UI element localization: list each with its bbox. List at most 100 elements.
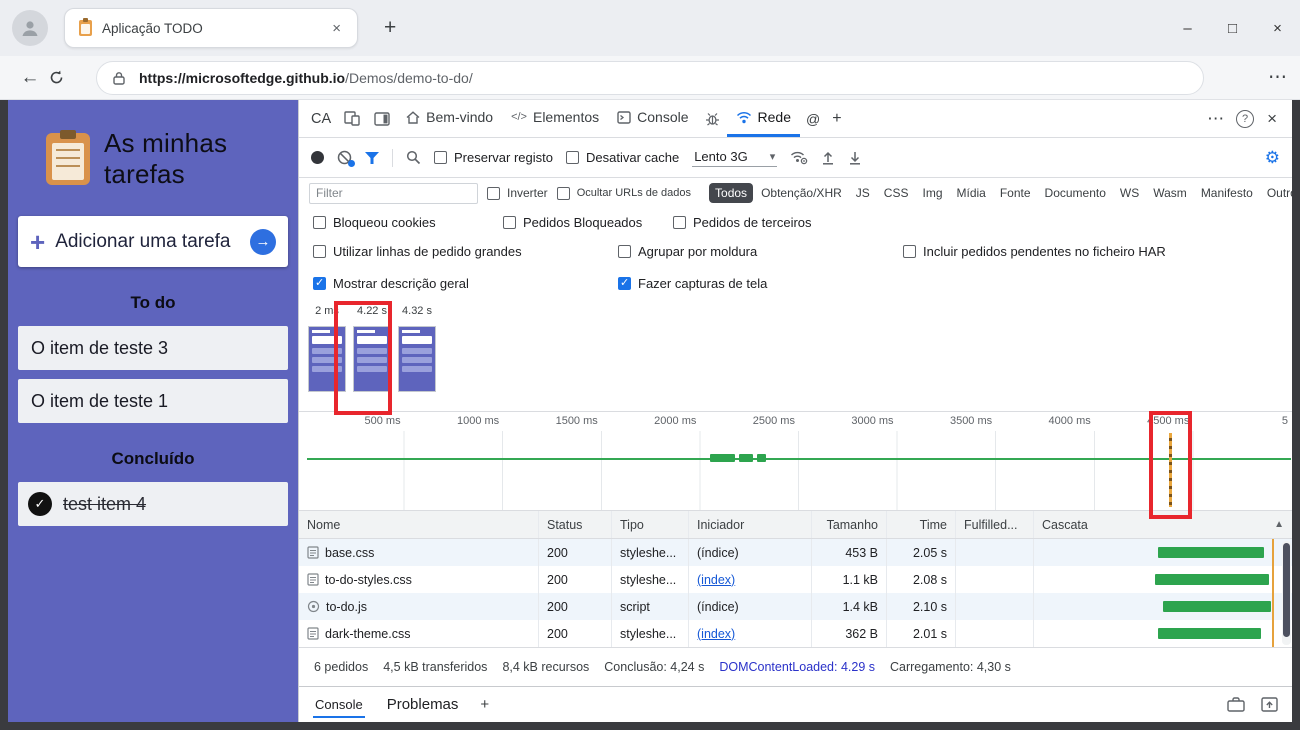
- toolbox-button[interactable]: [1227, 697, 1245, 712]
- tab-elements[interactable]: </> Elementos: [502, 100, 608, 137]
- clear-button[interactable]: [337, 150, 352, 165]
- checkbox[interactable]: [618, 277, 631, 290]
- request-initiator[interactable]: (índice): [689, 539, 812, 566]
- initiator-link[interactable]: (índice): [697, 600, 739, 614]
- reload-button[interactable]: [48, 69, 84, 86]
- dock-side-button[interactable]: [367, 112, 397, 126]
- tab-network[interactable]: Rede: [727, 100, 800, 137]
- maximize-button[interactable]: □: [1210, 0, 1255, 56]
- request-row[interactable]: to-do-styles.css 200 styleshe... (index)…: [299, 566, 1292, 593]
- tab-welcome[interactable]: Bem-vindo: [397, 100, 502, 137]
- expand-drawer-button[interactable]: [1261, 697, 1278, 712]
- request-row[interactable]: to-do.js 200 script (índice) 1.4 kB 2.10…: [299, 593, 1292, 620]
- help-button[interactable]: ?: [1236, 110, 1254, 128]
- checkbox[interactable]: [313, 245, 326, 258]
- request-waterfall[interactable]: [1034, 566, 1292, 593]
- drawer-more-button[interactable]: +: [480, 696, 489, 713]
- checkbox[interactable]: [566, 151, 579, 164]
- filter-toggle-button[interactable]: [365, 152, 379, 164]
- filter-chip[interactable]: Obtenção/XHR: [755, 183, 848, 203]
- request-name-cell[interactable]: to-do.js: [299, 593, 539, 620]
- request-initiator[interactable]: (index): [689, 566, 812, 593]
- request-waterfall[interactable]: [1034, 539, 1292, 566]
- sort-arrow-icon[interactable]: ▲: [1274, 519, 1284, 530]
- checkbox[interactable]: [434, 151, 447, 164]
- record-button[interactable]: [311, 151, 324, 164]
- filter-chip[interactable]: WS: [1114, 183, 1145, 203]
- include-pending-har-checkbox[interactable]: Incluir pedidos pendentes no ficheiro HA…: [903, 244, 1166, 259]
- new-tab-button[interactable]: +: [376, 16, 404, 40]
- hide-data-urls-checkbox[interactable]: Ocultar URLs de dados: [557, 187, 691, 200]
- big-request-rows-checkbox[interactable]: Utilizar linhas de pedido grandes: [313, 244, 618, 259]
- checkbox[interactable]: [557, 187, 570, 200]
- blocked-cookies-checkbox[interactable]: Bloqueou cookies: [313, 215, 503, 230]
- checkbox[interactable]: [487, 187, 500, 200]
- back-button[interactable]: ←: [12, 67, 48, 89]
- filter-chip[interactable]: Documento: [1039, 183, 1112, 203]
- checkbox[interactable]: [673, 216, 686, 229]
- drawer-tab-problems[interactable]: Problemas: [385, 690, 461, 719]
- devtools-menu-button[interactable]: ⋯: [1199, 109, 1232, 129]
- issues-button[interactable]: [698, 112, 727, 126]
- filter-chip[interactable]: Outros: [1261, 183, 1292, 203]
- column-header-size[interactable]: Tamanho: [812, 511, 887, 538]
- network-overview-timeline[interactable]: 500 ms 1000 ms 1500 ms 2000 ms 2500 ms 3…: [299, 412, 1292, 511]
- filmstrip-frame[interactable]: 2 ms: [305, 305, 349, 411]
- tab-close-icon[interactable]: ×: [326, 18, 347, 39]
- checkbox[interactable]: [313, 216, 326, 229]
- initiator-link[interactable]: (index): [697, 627, 735, 641]
- filter-chip[interactable]: Img: [916, 183, 948, 203]
- preserve-log-checkbox[interactable]: Preservar registo: [434, 150, 553, 165]
- column-header-initiator[interactable]: Iniciador: [689, 511, 812, 538]
- filter-chip[interactable]: Mídia: [951, 183, 992, 203]
- request-row[interactable]: dark-theme.css 200 styleshe... (index) 3…: [299, 620, 1292, 647]
- filmstrip-frame[interactable]: 4.32 s: [395, 305, 439, 411]
- lock-icon[interactable]: [113, 71, 125, 85]
- checkbox[interactable]: [903, 245, 916, 258]
- request-name-cell[interactable]: dark-theme.css: [299, 620, 539, 647]
- filter-chip[interactable]: Manifesto: [1195, 183, 1259, 203]
- capture-screenshots-checkbox[interactable]: Fazer capturas de tela: [618, 276, 767, 291]
- todo-list-item[interactable]: O item de teste 1: [18, 379, 288, 423]
- close-button[interactable]: ×: [1255, 0, 1300, 56]
- drawer-tab-console[interactable]: Console: [313, 691, 365, 718]
- filter-chip[interactable]: CSS: [878, 183, 915, 203]
- column-header-status[interactable]: Status: [539, 511, 612, 538]
- filmstrip-frame[interactable]: 4.22 s: [350, 305, 394, 411]
- column-header-type[interactable]: Tipo: [612, 511, 689, 538]
- column-header-fulfilled[interactable]: Fulfilled...: [956, 511, 1034, 538]
- checkbox[interactable]: [503, 216, 516, 229]
- request-name-cell[interactable]: to-do-styles.css: [299, 566, 539, 593]
- todo-list-item[interactable]: O item de teste 3: [18, 326, 288, 370]
- request-waterfall[interactable]: [1034, 620, 1292, 647]
- group-by-frame-checkbox[interactable]: Agrupar por moldura: [618, 244, 903, 259]
- network-conditions-button[interactable]: [790, 150, 808, 165]
- column-header-name[interactable]: Nome: [299, 511, 539, 538]
- throttling-select[interactable]: Lento 3G ▾: [692, 148, 777, 167]
- show-overview-checkbox[interactable]: Mostrar descrição geral: [313, 276, 618, 291]
- add-task-button[interactable]: + Adicionar uma tarefa →: [18, 216, 288, 267]
- browser-menu-button[interactable]: ⋯: [1268, 66, 1288, 89]
- invert-checkbox[interactable]: Inverter: [487, 186, 548, 200]
- column-header-waterfall[interactable]: Cascata ▲: [1034, 511, 1292, 538]
- request-initiator[interactable]: (índice): [689, 593, 812, 620]
- disable-cache-checkbox[interactable]: Desativar cache: [566, 150, 679, 165]
- third-party-requests-checkbox[interactable]: Pedidos de terceiros: [673, 215, 812, 230]
- export-har-button[interactable]: [848, 150, 862, 165]
- request-name-cell[interactable]: base.css: [299, 539, 539, 566]
- filter-chip[interactable]: Wasm: [1147, 183, 1193, 203]
- checkbox[interactable]: [618, 245, 631, 258]
- filter-chip[interactable]: Todos: [709, 183, 753, 203]
- device-toolbar-button[interactable]: [337, 111, 367, 126]
- minimize-button[interactable]: –: [1165, 0, 1210, 56]
- blocked-requests-checkbox[interactable]: Pedidos Bloqueados: [503, 215, 673, 230]
- tab-console[interactable]: Console: [608, 100, 697, 137]
- devtools-close-button[interactable]: ×: [1258, 109, 1286, 129]
- import-har-button[interactable]: [821, 150, 835, 165]
- request-initiator[interactable]: (index): [689, 620, 812, 647]
- search-button[interactable]: [406, 150, 421, 165]
- request-waterfall[interactable]: [1034, 593, 1292, 620]
- submit-arrow-icon[interactable]: →: [250, 229, 276, 255]
- screenshot-thumbnail[interactable]: [308, 326, 346, 392]
- filter-input[interactable]: [309, 183, 478, 204]
